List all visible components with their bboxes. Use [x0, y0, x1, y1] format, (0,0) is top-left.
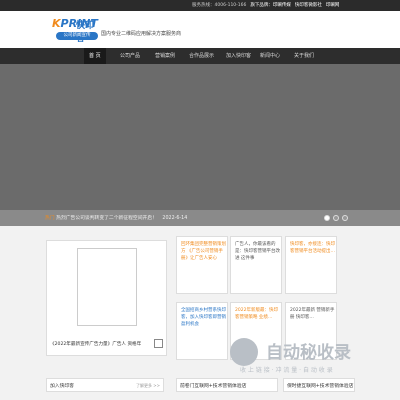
- join-section-header: 加入快印客 了解更多 >>: [46, 378, 164, 392]
- nav-news[interactable]: 新闻中心: [255, 48, 285, 64]
- brand-link-yinshua-net[interactable]: 印唰网: [326, 2, 340, 8]
- news-ticker: 热门 热烈广告公司谈判转变了二个新征程空间开启！ 2022-6-14: [0, 210, 400, 226]
- store-1-title[interactable]: 前卷门互联网+技术营销体验店: [180, 382, 246, 389]
- brand-link-kuaiyinke-weiying[interactable]: 快印客微影社: [295, 2, 322, 8]
- nav-partners[interactable]: 合作品展示: [184, 48, 219, 64]
- hotline: 服务热线：4006-110-166: [192, 3, 247, 8]
- news-card-2-text[interactable]: 广告人，你最该看的是：快印客营销平台改进 这件事: [235, 241, 280, 262]
- slogan: 国内专业二维码应用解决方案服务商: [101, 31, 182, 37]
- topbar: 服务热线：4006-110-166 旗下品牌：印唰传媒 快印客微影社 印唰网: [0, 0, 400, 11]
- nav-about[interactable]: 关于我们: [289, 48, 319, 64]
- ticker-headline[interactable]: 热门 热烈广告公司谈判转变了二个新征程空间开启！ 2022-6-14: [45, 214, 187, 221]
- ticker-date: 2022-6-14: [162, 216, 188, 221]
- main-nav: 首 页 公司产品 营销案例 合作品展示 加入快印客 新闻中心 关于我们: [0, 48, 400, 64]
- news-card-1[interactable]: 回环集团完整营销策划方 《广告公司营销手册》让广告人安心: [176, 236, 228, 294]
- nav-cases[interactable]: 营销案例: [150, 48, 180, 64]
- nav-join[interactable]: 加入快印客: [221, 48, 256, 64]
- news-card-3-text[interactable]: 快印客，亦接连：快印客营销平台活动提出…: [290, 241, 335, 255]
- topbar-links: 服务热线：4006-110-166 旗下品牌：印唰传媒 快印客微影社 印唰网: [192, 2, 339, 8]
- featured-thumb-icon: [154, 339, 163, 348]
- carousel-dot-3[interactable]: [342, 215, 348, 221]
- join-more-link[interactable]: 了解更多 >>: [136, 383, 160, 389]
- news-card-3[interactable]: 快印客，亦接连：快印客营销平台活动提出…: [285, 236, 337, 294]
- carousel-dot-2[interactable]: [333, 215, 339, 221]
- watermark-main-text: 自动秘收录: [266, 343, 351, 363]
- nav-products[interactable]: 公司产品: [115, 48, 145, 64]
- carousel-dots: [324, 215, 348, 221]
- store-section-2: 保时捷互联网+技术营销体验店: [283, 378, 355, 392]
- brand-link-yinshua-media[interactable]: 旗下品牌：印唰传媒: [250, 2, 291, 8]
- store-2-title[interactable]: 保时捷互联网+技术营销体验店: [287, 382, 353, 389]
- nav-home[interactable]: 首 页: [84, 48, 106, 64]
- news-card-4[interactable]: 全国招商乡村营系快印客，加入快印客即营销盈利机会: [176, 302, 228, 360]
- news-card-4-text[interactable]: 全国招商乡村营系快印客，加入快印客即营销盈利机会: [181, 307, 226, 328]
- news-card-2[interactable]: 广告人，你最该看的是：快印客营销平台改进 这件事: [230, 236, 282, 294]
- header: KPRINT 快印客 公司新闻宣传 国内专业二维码应用解决方案服务商: [0, 11, 400, 48]
- store-section-1: 前卷门互联网+技术营销体验店: [176, 378, 278, 392]
- featured-title[interactable]: 《2022年最新宣传广告力量》广告人 资格年: [50, 341, 141, 347]
- watermark-overlay: 自动秘收录 收 上 链 接 · 冲 流 量 · 自 动 收 录: [230, 334, 390, 374]
- site-logo[interactable]: KPRINT 快印客 公司新闻宣传: [52, 17, 100, 45]
- logo-cn-text: 快印客: [76, 21, 95, 44]
- logo-sub-badge: 公司新闻宣传: [56, 32, 98, 40]
- news-card-5-text[interactable]: 2022年新版最：快印客营销策略 业绩…: [235, 307, 280, 321]
- hero-banner[interactable]: [0, 64, 400, 210]
- carousel-dot-1[interactable]: [324, 215, 330, 221]
- news-card-6-text[interactable]: 2022年最新 营销新手册 快印客…: [290, 307, 335, 321]
- featured-image: [77, 248, 137, 326]
- watermark-badge-icon: [230, 338, 258, 366]
- watermark-sub-text: 收 上 链 接 · 冲 流 量 · 自 动 收 录: [240, 367, 333, 374]
- featured-card[interactable]: 《2022年最新宣传广告力量》广告人 资格年: [46, 240, 167, 356]
- join-title[interactable]: 加入快印客: [50, 382, 74, 389]
- news-card-1-text[interactable]: 回环集团完整营销策划方 《广告公司营销手册》让广告人安心: [181, 241, 226, 262]
